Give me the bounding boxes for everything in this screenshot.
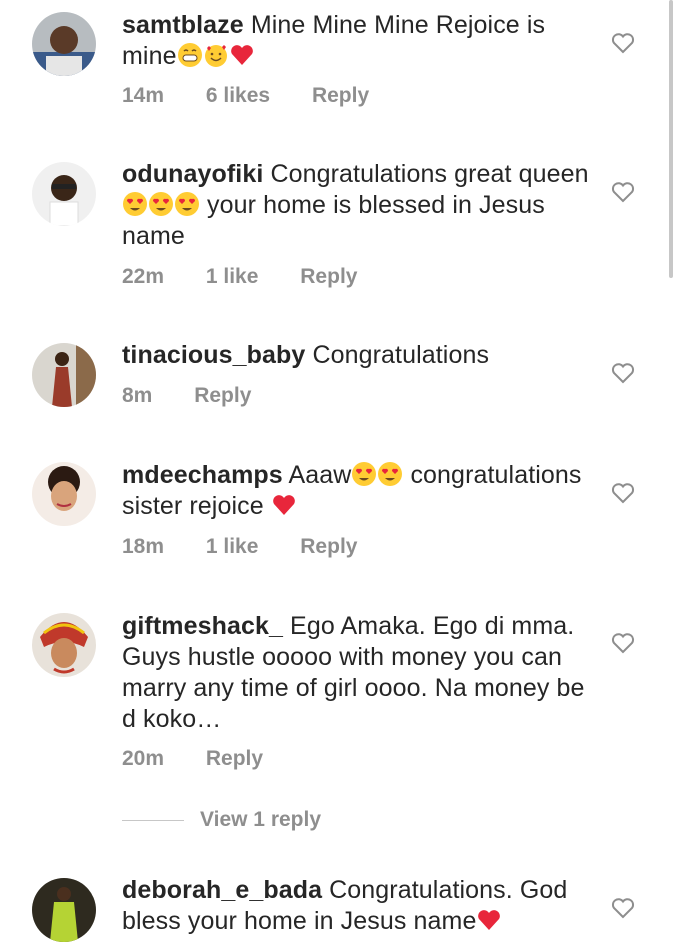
timestamp: 14m [122, 84, 165, 107]
timestamp: 18m [122, 535, 165, 558]
comment-body: Aaaw [288, 461, 352, 489]
comment-text: mdeechamps Aaaw congratulations sister r… [122, 460, 592, 522]
heart-eyes-icon [352, 462, 377, 486]
avatar[interactable] [32, 613, 96, 677]
comment-meta: 20m Reply [122, 747, 299, 771]
reply-button[interactable]: Reply [206, 747, 263, 770]
heart-outline-icon[interactable] [611, 181, 635, 203]
username[interactable]: odunayofiki [122, 160, 263, 188]
comment-meta: 22m 1 like Reply [122, 265, 393, 289]
username[interactable]: deborah_e_bada [122, 876, 322, 904]
username[interactable]: samtblaze [122, 11, 244, 39]
timestamp: 22m [122, 265, 165, 288]
username[interactable]: mdeechamps [122, 461, 283, 489]
heart-eyes-icon [123, 192, 147, 216]
red-heart-icon [272, 495, 295, 515]
comment-text: samtblaze Mine Mine Mine Rejoice is mine [122, 10, 592, 72]
comment-text: deborah_e_bada Congratulations. God bles… [122, 875, 592, 937]
avatar[interactable] [32, 12, 96, 76]
comment-meta: 14m 6 likes Reply [122, 84, 405, 108]
comment-body: Congratulations [312, 341, 490, 369]
comment-body: Congratulations great queen [270, 160, 589, 188]
red-heart-icon [230, 45, 253, 65]
comment-meta: 8m Reply [122, 384, 287, 408]
username[interactable]: giftmeshack_ [122, 612, 283, 640]
reply-button[interactable]: Reply [312, 84, 369, 107]
username[interactable]: tinacious_baby [122, 341, 305, 369]
comment-text: giftmeshack_ Ego Amaka. Ego di mma. Guys… [122, 611, 592, 735]
heart-eyes-icon [175, 192, 199, 216]
view-replies-button[interactable]: View 1 reply [122, 808, 321, 832]
smiling-face-with-hearts-icon [204, 45, 227, 67]
avatar[interactable] [32, 162, 96, 226]
timestamp: 20m [122, 747, 165, 770]
divider [122, 819, 184, 821]
scrollbar[interactable] [669, 0, 673, 278]
view-replies-label[interactable]: View 1 reply [200, 808, 321, 831]
avatar[interactable] [32, 462, 96, 526]
heart-eyes-icon [149, 192, 173, 216]
avatar[interactable] [32, 878, 96, 942]
like-count[interactable]: 6 likes [206, 84, 270, 107]
heart-outline-icon[interactable] [611, 32, 635, 54]
red-heart-icon [478, 910, 501, 930]
comment-meta: 18m 1 like Reply [122, 535, 393, 559]
comment-text: odunayofiki Congratulations great queen … [122, 159, 592, 252]
like-count[interactable]: 1 like [206, 535, 259, 558]
heart-outline-icon[interactable] [611, 897, 635, 919]
grinning-face-icon [177, 43, 202, 67]
heart-outline-icon[interactable] [611, 482, 635, 504]
heart-outline-icon[interactable] [611, 632, 635, 654]
heart-eyes-icon [378, 462, 403, 486]
like-count[interactable]: 1 like [206, 265, 259, 288]
avatar[interactable] [32, 343, 96, 407]
comment-text: tinacious_baby Congratulations [122, 340, 592, 371]
reply-button[interactable]: Reply [300, 265, 357, 288]
reply-button[interactable]: Reply [300, 535, 357, 558]
reply-button[interactable]: Reply [194, 384, 251, 407]
heart-outline-icon[interactable] [611, 362, 635, 384]
timestamp: 8m [122, 384, 153, 407]
